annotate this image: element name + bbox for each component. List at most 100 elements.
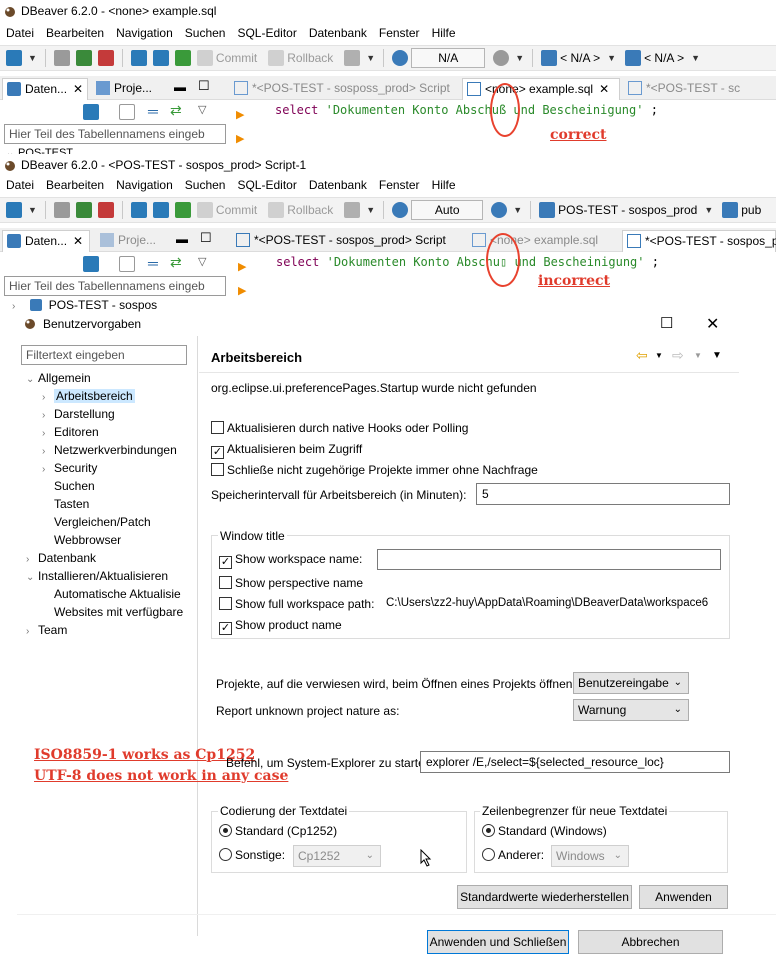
tab-projects[interactable]: Proje... (96, 230, 166, 252)
apply-and-close-button[interactable]: Anwenden und Schließen (427, 930, 569, 954)
menu-suchen[interactable]: Suchen (179, 26, 232, 40)
menu-suchen[interactable]: Suchen (179, 178, 232, 192)
radio-line-default[interactable] (482, 824, 495, 837)
checkbox-show-full-path[interactable] (219, 597, 232, 610)
apply-button[interactable]: Anwenden (639, 885, 728, 909)
chevron-down-icon[interactable]: ⌄ (26, 374, 38, 385)
menu-fenster[interactable]: Fenster (373, 26, 426, 40)
tab-projects[interactable]: Proje... (92, 78, 162, 100)
transaction-log-icon[interactable] (152, 202, 169, 218)
menu-datenbank[interactable]: Datenbank (303, 178, 373, 192)
pref-tree-item[interactable]: › Netzwerkverbindungen (42, 443, 177, 457)
option-show-perspective-name[interactable]: Show perspective name (219, 576, 363, 590)
chevron-down-icon[interactable]: ▼ (607, 53, 616, 63)
forward-icon[interactable]: ⇨ (672, 347, 684, 364)
checkbox-close-unrelated[interactable] (211, 463, 224, 476)
radio-encoding-default[interactable] (219, 824, 232, 837)
checkbox-refresh-on-access[interactable]: ✓ (211, 446, 224, 459)
menu-hilfe[interactable]: Hilfe (426, 178, 462, 192)
option-close-unrelated[interactable]: Schließe nicht zugehörige Projekte immer… (211, 463, 538, 477)
sql-editor-line[interactable]: select 'Dokumenten Konto Abschuß und Bes… (275, 103, 658, 117)
transaction-mode-box[interactable]: Auto (411, 200, 484, 220)
preferences-filter-input[interactable]: Filtertext eingeben (21, 345, 187, 365)
new-folder-icon[interactable] (119, 256, 135, 272)
pref-tree-item[interactable]: Vergleichen/Patch (42, 515, 151, 529)
pref-tree-item[interactable]: ⌄ Installieren/Aktualisieren (26, 569, 168, 583)
tab-script[interactable]: *<POS-TEST - sosposs_prod> Script (230, 78, 460, 100)
new-connection-icon[interactable] (83, 256, 99, 272)
checkbox-native-hooks[interactable] (211, 421, 224, 434)
chevron-right-icon[interactable]: › (12, 301, 24, 312)
new-connection-icon[interactable] (6, 202, 22, 218)
history-icon[interactable] (491, 202, 508, 218)
minimize-icon[interactable]: ▬ (174, 80, 186, 94)
restore-defaults-button[interactable]: Standardwerte wiederherstellen (457, 885, 632, 909)
menu-sql-editor[interactable]: SQL-Editor (231, 178, 302, 192)
chevron-down-icon[interactable]: ▼ (704, 205, 713, 215)
radio-encoding-other[interactable] (219, 848, 232, 861)
format-icon[interactable] (344, 50, 361, 66)
option-show-product-name[interactable]: ✓ Show product name (219, 618, 342, 635)
pending-transactions-icon[interactable] (174, 50, 191, 66)
commit-icon[interactable] (196, 202, 213, 218)
pref-tree-item[interactable]: ⌄ Allgemein (26, 371, 91, 385)
unknown-nature-select[interactable]: Warnung ⌄ (573, 699, 689, 721)
pref-tree-item[interactable]: › Team (26, 623, 67, 637)
run-statement-icon[interactable]: ▶ (236, 108, 244, 121)
rollback-button[interactable]: Rollback (287, 203, 333, 217)
pref-tree-item[interactable]: › Arbeitsbereich (42, 389, 135, 403)
active-schema[interactable]: pub (741, 203, 761, 217)
rollback-icon[interactable] (268, 50, 285, 66)
chevron-right-icon[interactable]: › (42, 410, 54, 421)
link-with-editor-icon[interactable]: ⇄ (170, 102, 182, 119)
tab-script-1-active[interactable]: *<POS-TEST - sospos_pr (622, 230, 776, 252)
table-filter-input[interactable]: Hier Teil des Tabellennamens eingeb (4, 124, 226, 144)
chevron-down-icon[interactable]: ▼ (366, 53, 375, 63)
pending-transactions-icon[interactable] (174, 202, 191, 218)
disconnect-icon[interactable] (97, 50, 114, 66)
disconnect-icon[interactable] (97, 202, 114, 218)
table-filter-input[interactable]: Hier Teil des Tabellennamens eingeb (4, 276, 226, 296)
format-icon[interactable] (344, 202, 361, 218)
rollback-button[interactable]: Rollback (287, 51, 333, 65)
minimize-icon[interactable]: ▬ (176, 232, 188, 246)
transaction-mode-box[interactable]: N/A (411, 48, 486, 68)
collapse-all-icon[interactable]: ═ (148, 255, 158, 271)
run-script-icon[interactable]: ▶ (236, 132, 244, 145)
chevron-down-icon[interactable]: ▼ (655, 351, 663, 360)
rollback-icon[interactable] (268, 202, 285, 218)
maximize-icon[interactable]: ☐ (200, 230, 212, 246)
pref-tree-item[interactable]: Suchen (42, 479, 95, 493)
run-script-icon[interactable]: ▶ (238, 284, 246, 297)
run-statement-icon[interactable]: ▶ (238, 260, 246, 273)
checkbox-show-product-name[interactable]: ✓ (219, 622, 232, 635)
chevron-right-icon[interactable]: › (42, 428, 54, 439)
option-show-workspace-name[interactable]: ✓ Show workspace name: (219, 552, 362, 569)
commit-button[interactable]: Commit (216, 203, 257, 217)
cancel-button[interactable]: Abbrechen (578, 930, 723, 954)
pref-tree-item[interactable]: › Darstellung (42, 407, 115, 421)
explorer-command-input[interactable]: explorer /E,/select=${selected_resource_… (420, 751, 730, 773)
checkbox-show-workspace-name[interactable]: ✓ (219, 556, 232, 569)
chevron-down-icon[interactable]: ▼ (513, 205, 522, 215)
chevron-right-icon[interactable]: › (42, 464, 54, 475)
chevron-down-icon[interactable]: ▼ (691, 53, 700, 63)
pref-tree-item[interactable]: Automatische Aktualisie (42, 587, 181, 601)
maximize-icon[interactable]: ☐ (198, 78, 210, 94)
dashboard-icon[interactable] (392, 50, 409, 66)
option-native-hooks[interactable]: Aktualisieren durch native Hooks oder Po… (211, 421, 468, 435)
new-connection-icon[interactable] (83, 104, 99, 120)
maximize-icon[interactable]: ☐ (660, 314, 673, 332)
view-menu-icon[interactable]: ▽ (198, 103, 206, 116)
transaction-log-icon[interactable] (152, 50, 169, 66)
pref-tree-item[interactable]: › Security (42, 461, 97, 475)
pref-tree-item[interactable]: › Datenbank (26, 551, 96, 565)
reconnect-icon[interactable] (75, 50, 92, 66)
chevron-right-icon[interactable]: › (42, 392, 54, 403)
chevron-down-icon[interactable]: ▼ (515, 53, 524, 63)
pref-tree-item[interactable]: Websites mit verfügbare (42, 605, 183, 619)
active-datasource[interactable]: POS-TEST - sospos_prod (558, 203, 697, 217)
back-icon[interactable]: ⇦ (636, 347, 648, 364)
active-datasource[interactable]: < N/A > (560, 51, 600, 65)
close-icon[interactable]: ✕ (599, 82, 609, 96)
